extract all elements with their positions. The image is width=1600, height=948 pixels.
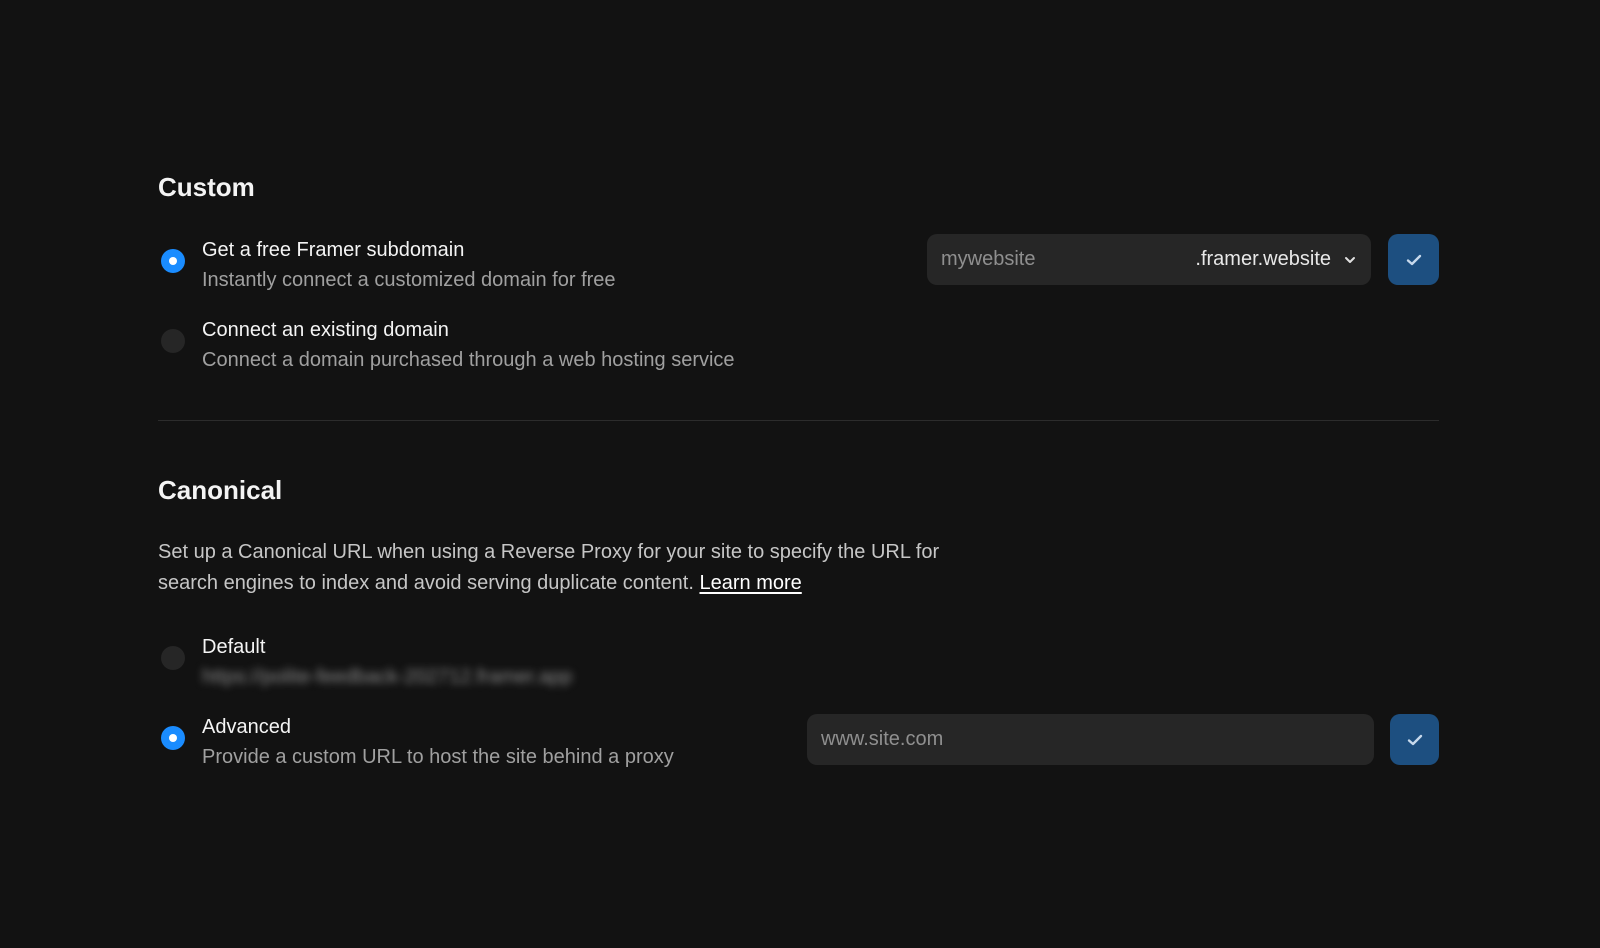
radio-default[interactable] [161, 646, 185, 670]
canonical-description: Set up a Canonical URL when using a Reve… [158, 537, 978, 599]
checkmark-icon [1406, 254, 1421, 265]
canonical-description-text: Set up a Canonical URL when using a Reve… [158, 541, 940, 594]
checkmark-icon [1407, 734, 1422, 745]
custom-section-title: Custom [158, 172, 255, 202]
option-description: Instantly connect a customized domain fo… [202, 269, 616, 291]
default-url: https://polite-feedback-202712.framer.ap… [202, 666, 573, 688]
radio-free-subdomain[interactable] [161, 249, 185, 273]
learn-more-link[interactable]: Learn more [699, 572, 801, 594]
radio-advanced[interactable] [161, 726, 185, 750]
option-label: Connect an existing domain [202, 319, 449, 341]
confirm-canonical-button[interactable] [1390, 714, 1439, 765]
canonical-section-title: Canonical [158, 475, 283, 505]
option-label: Advanced [202, 716, 291, 738]
subdomain-field: .framer.website [927, 234, 1371, 285]
radio-existing-domain[interactable] [161, 329, 185, 353]
domain-suffix-dropdown[interactable]: .framer.website [1195, 248, 1357, 271]
option-label: Get a free Framer subdomain [202, 239, 465, 261]
chevron-down-icon [1345, 256, 1355, 263]
option-label: Default [202, 636, 266, 658]
option-description: Connect a domain purchased through a web… [202, 349, 735, 371]
canonical-url-input[interactable] [821, 728, 1360, 751]
domain-suffix-label: .framer.website [1195, 248, 1331, 270]
subdomain-input[interactable] [941, 248, 1196, 271]
domain-settings-page: Custom Get a free Framer subdomain Insta… [0, 0, 1600, 948]
option-description: Provide a custom URL to host the site be… [202, 746, 674, 768]
confirm-subdomain-button[interactable] [1388, 234, 1439, 285]
canonical-url-field [807, 714, 1374, 765]
section-divider [158, 420, 1439, 421]
